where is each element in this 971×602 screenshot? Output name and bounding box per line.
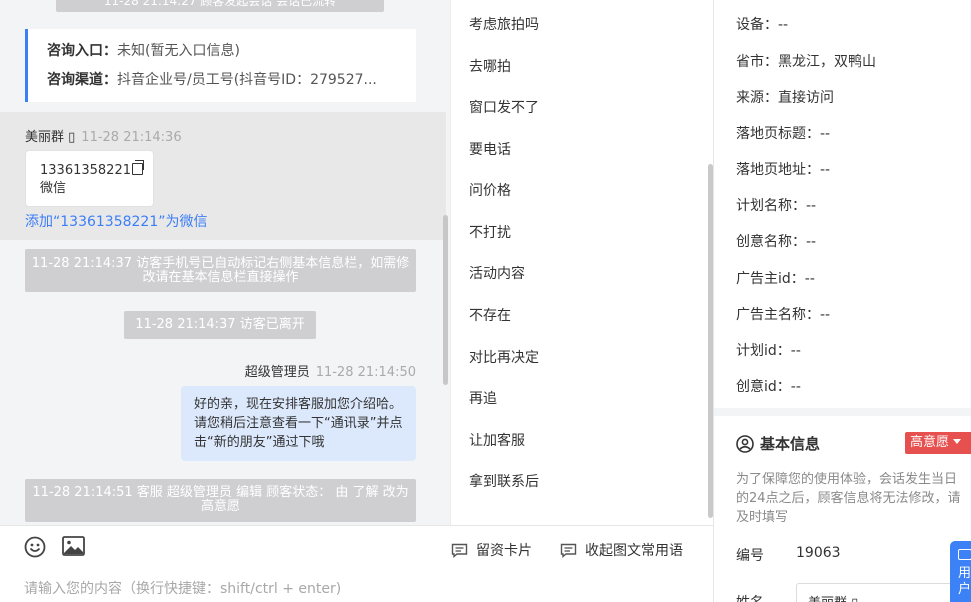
visitor-field-creative-id: 创意id：-- bbox=[736, 376, 801, 396]
field-label: 计划id： bbox=[736, 343, 791, 359]
system-message: 11-28 21:14:37 访客已离开 bbox=[124, 311, 316, 339]
field-label: 创意id： bbox=[736, 379, 791, 395]
consult-channel: 咨询渠道：抖音企业号/员工号(抖音号ID：279527... bbox=[47, 70, 402, 99]
message-input[interactable]: 请输入您的内容（换行快捷键：shift/ctrl + enter) bbox=[24, 578, 341, 598]
visitor-field-device: 设备：-- bbox=[736, 14, 788, 34]
collapse-phrases-label: 收起图文常用语 bbox=[585, 543, 683, 559]
user-float-button[interactable]: 用户 bbox=[950, 541, 971, 602]
field-label: 来源： bbox=[736, 90, 778, 106]
field-value: -- bbox=[806, 234, 817, 250]
intent-status-value: 高意愿 bbox=[910, 435, 950, 450]
field-label: 落地页标题： bbox=[736, 126, 820, 142]
quick-phrase-item[interactable]: 活动内容 bbox=[469, 263, 525, 283]
field-value: -- bbox=[820, 126, 831, 142]
wechat-card: 13361358221 微信 bbox=[25, 150, 154, 207]
quick-phrase-item[interactable]: 再追 bbox=[469, 388, 497, 408]
visitor-name: 美丽群 ▯ bbox=[25, 130, 76, 145]
field-value: -- bbox=[778, 17, 789, 33]
message-phrase-icon bbox=[560, 543, 577, 558]
visitor-field-plan-name: 计划名称：-- bbox=[736, 195, 816, 215]
chat-workspace: 11-28 21:14:27 顾客发起会话 会话已流转 咨询入口：未知(暂无入口… bbox=[0, 0, 971, 602]
customer-id-label: 编号 bbox=[736, 548, 764, 564]
system-message: 11-28 21:14:51 客服 超级管理员 编辑 顾客状态： 由 了解 改为… bbox=[25, 479, 416, 522]
lead-card-label: 留资卡片 bbox=[476, 543, 532, 559]
visitor-field-source: 来源：直接访问 bbox=[736, 87, 834, 107]
chat-icon bbox=[958, 549, 971, 560]
field-value: 直接访问 bbox=[778, 90, 834, 106]
visitor-field-advertiser-id: 广告主id：-- bbox=[736, 268, 815, 288]
consult-channel-label: 咨询渠道： bbox=[47, 72, 117, 88]
consult-entry-label: 咨询入口： bbox=[47, 43, 117, 59]
visitor-info-panel: 设备：-- 省市：黑龙江，双鸭山 来源：直接访问 落地页标题：-- 落地页地址：… bbox=[713, 0, 971, 602]
consult-info-card: 咨询入口：未知(暂无入口信息) 咨询渠道：抖音企业号/员工号(抖音号ID：279… bbox=[25, 29, 416, 102]
copy-icon[interactable] bbox=[131, 160, 144, 175]
quick-phrase-item[interactable]: 不打扰 bbox=[469, 222, 511, 242]
quick-phrase-item[interactable]: 考虑旅拍吗 bbox=[469, 14, 539, 34]
field-label: 广告主id： bbox=[736, 271, 805, 287]
field-label: 省市： bbox=[736, 54, 778, 70]
quick-phrase-item[interactable]: 去哪拍 bbox=[469, 56, 511, 76]
wechat-number: 13361358221 bbox=[40, 163, 131, 178]
chat-history[interactable]: 11-28 21:14:27 顾客发起会话 会话已流转 咨询入口：未知(暂无入口… bbox=[0, 0, 450, 525]
user-float-label: 用户 bbox=[958, 566, 971, 597]
quick-phrase-list: 考虑旅拍吗 去哪拍 窗口发不了 要电话 问价格 不打扰 活动内容 不存在 对比再… bbox=[450, 0, 713, 525]
field-value: 黑龙江，双鸭山 bbox=[778, 54, 876, 70]
quick-phrase-item[interactable]: 问价格 bbox=[469, 180, 511, 200]
consult-entry: 咨询入口：未知(暂无入口信息) bbox=[47, 41, 402, 70]
quick-phrase-item[interactable]: 窗口发不了 bbox=[469, 97, 539, 117]
visitor-field-landing-title: 落地页标题：-- bbox=[736, 123, 830, 143]
basic-info-heading: 基本信息 bbox=[736, 433, 820, 454]
quick-phrase-item[interactable]: 拿到联系后 bbox=[469, 471, 539, 491]
field-value: -- bbox=[820, 162, 831, 178]
chat-scrollbar[interactable] bbox=[443, 215, 448, 385]
quick-phrase-item[interactable]: 让加客服 bbox=[469, 430, 525, 450]
field-value: -- bbox=[790, 379, 801, 395]
basic-info-title: 基本信息 bbox=[760, 435, 821, 453]
field-value: -- bbox=[804, 271, 815, 287]
visitor-field-advertiser-name: 广告主名称：-- bbox=[736, 304, 830, 324]
consult-entry-value: 未知(暂无入口信息) bbox=[117, 43, 240, 59]
customer-name-label: 姓名 bbox=[736, 592, 764, 602]
visitor-field-landing-url: 落地页地址：-- bbox=[736, 159, 830, 179]
customer-id-value: 19063 bbox=[796, 545, 841, 561]
visitor-field-region: 省市：黑龙江，双鸭山 bbox=[736, 51, 876, 71]
visitor-field-creative-name: 创意名称：-- bbox=[736, 231, 816, 251]
edit-notice: 为了保障您的使用体验，会话发生当日的24点之后，顾客信息将无法修改，请及时填写 bbox=[736, 472, 961, 525]
field-value: -- bbox=[790, 343, 801, 359]
quick-phrase-item[interactable]: 对比再决定 bbox=[469, 347, 539, 367]
field-label: 计划名称： bbox=[736, 198, 806, 214]
field-label: 设备： bbox=[736, 17, 778, 33]
quick-phrase-item[interactable]: 要电话 bbox=[469, 139, 511, 159]
field-value: -- bbox=[806, 198, 817, 214]
system-message: 11-28 21:14:27 顾客发起会话 会话已流转 bbox=[56, 0, 384, 12]
visitor-message-meta: 美丽群 ▯ 11-28 21:14:36 bbox=[25, 126, 182, 145]
visitor-message-time: 11-28 21:14:36 bbox=[81, 130, 182, 145]
consult-channel-value: 抖音企业号/员工号(抖音号ID：279527... bbox=[117, 72, 377, 88]
intent-status-dropdown[interactable]: 高意愿 bbox=[905, 432, 971, 454]
lead-card-button[interactable]: 留资卡片 bbox=[451, 540, 532, 560]
agent-message-time: 11-28 21:14:50 bbox=[315, 365, 416, 380]
user-icon bbox=[736, 435, 754, 453]
wechat-label: 微信 bbox=[40, 181, 67, 196]
customer-name-input[interactable]: 美丽群 ▯ bbox=[796, 583, 964, 602]
visitor-field-plan-id: 计划id：-- bbox=[736, 340, 801, 360]
agent-message-meta: 超级管理员 11-28 21:14:50 bbox=[245, 361, 416, 380]
field-label: 广告主名称： bbox=[736, 307, 820, 323]
quick-phrase-item[interactable]: 不存在 bbox=[469, 305, 511, 325]
message-input-area: 留资卡片 收起图文常用语 请输入您的内容（换行快捷键：shift/ctrl + … bbox=[0, 525, 713, 602]
agent-message-bubble: 好的亲，现在安排客服加您介绍哈。请您稍后注意查看一下“通讯录”并点击“新的朋友”… bbox=[181, 386, 416, 461]
system-message: 11-28 21:14:37 访客手机号已自动标记右侧基本信息栏，如需修改请在基… bbox=[25, 249, 416, 292]
field-value: -- bbox=[820, 307, 831, 323]
smiley-icon[interactable] bbox=[24, 536, 46, 558]
image-icon[interactable] bbox=[62, 536, 85, 556]
section-divider bbox=[714, 408, 971, 416]
add-wechat-link[interactable]: 添加“13361358221”为微信 bbox=[25, 211, 208, 231]
message-card-icon bbox=[451, 543, 468, 558]
caret-down-icon bbox=[953, 439, 962, 444]
field-label: 落地页地址： bbox=[736, 162, 820, 178]
field-label: 创意名称： bbox=[736, 234, 806, 250]
agent-name: 超级管理员 bbox=[244, 365, 310, 380]
collapse-phrases-button[interactable]: 收起图文常用语 bbox=[560, 540, 683, 560]
